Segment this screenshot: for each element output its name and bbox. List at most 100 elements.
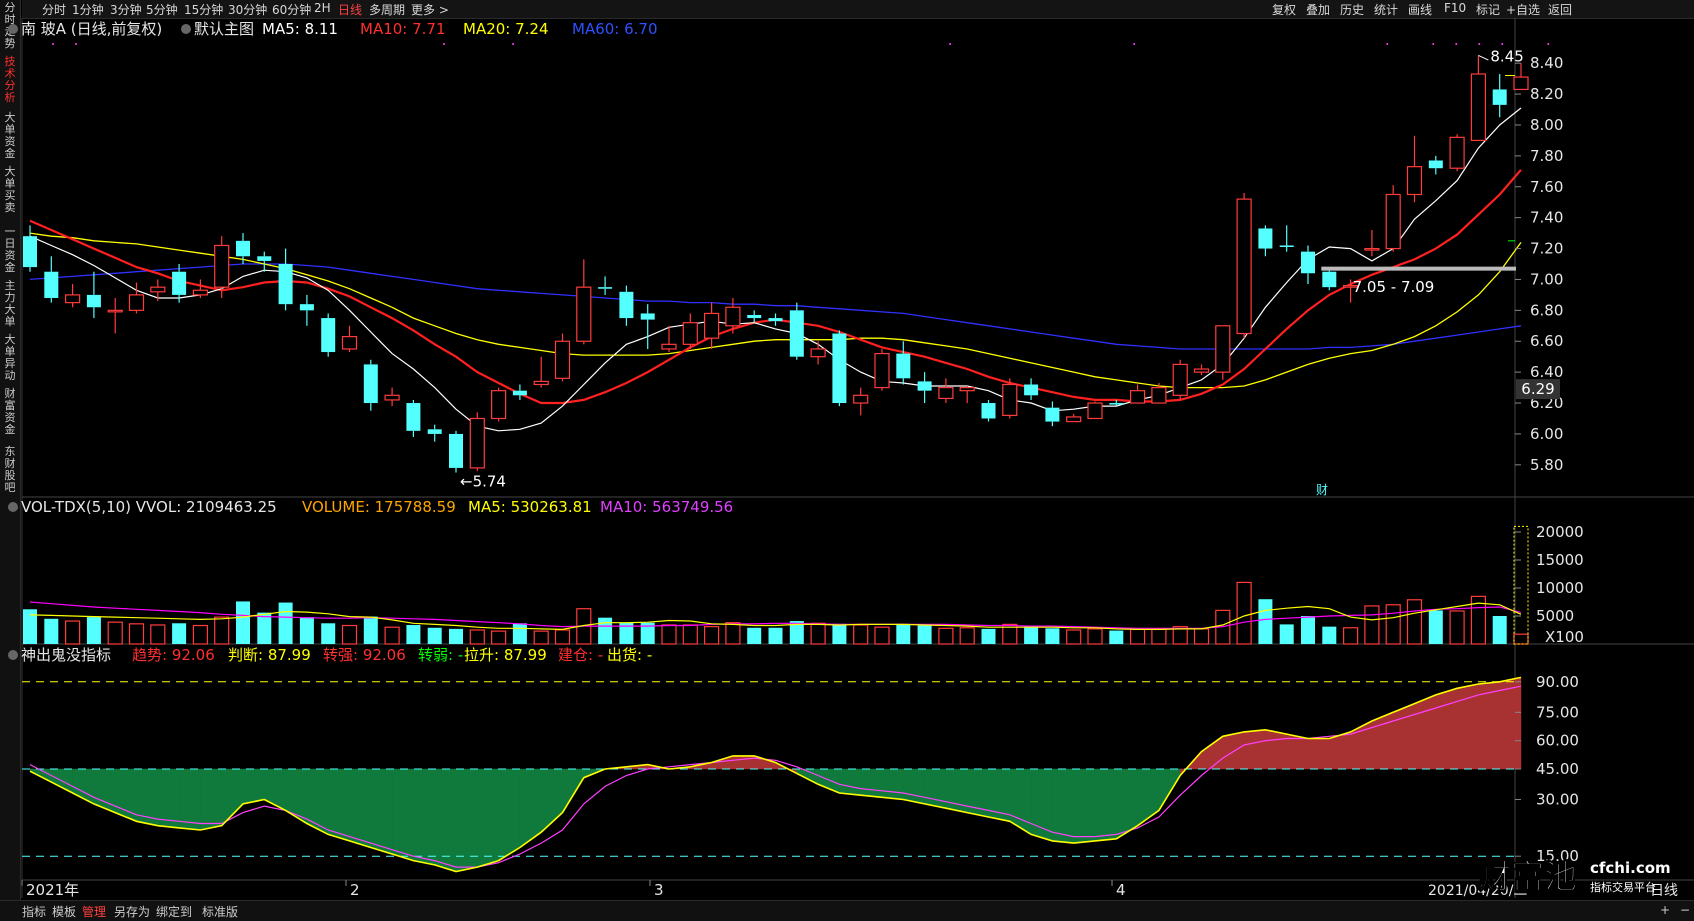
ma20-line [29,232,1522,389]
vol-ma10: MA10: 563749.56 [600,498,733,516]
price-tick: 8.20 [1530,85,1563,103]
ind-judge: 判断: 87.99 [228,646,311,664]
signal-dot [1432,43,1435,45]
candle-39 [853,387,869,416]
vol-bar-52 [1129,628,1146,645]
bottom-button-2[interactable]: 管理 [82,903,106,920]
candle-49 [1066,413,1082,423]
candle-64 [1385,185,1401,252]
candle-20 [449,430,463,473]
vol-bar-60 [1301,616,1315,644]
candle-body [1428,160,1443,169]
candle-body [236,240,250,257]
candle-body [321,318,336,353]
candle-body [257,256,272,261]
ind-rise: 拉升: 87.99 [464,646,547,664]
x-tick: 2 [350,881,360,899]
vol-bar-31 [682,624,698,645]
signal-dot [1133,43,1136,45]
vol-name: VOL-TDX(5,10) VVOL: 2109463.25 [21,498,277,516]
ma20-legend: MA20: 7.24 [463,20,549,38]
bottom-button-4[interactable]: 绑定到 [156,903,192,920]
candle-46 [1002,378,1018,419]
candle-47 [1024,378,1039,400]
candle-11 [257,251,272,272]
candle-body [661,343,677,350]
trend-fill [200,768,222,831]
vol-bar-2 [64,620,81,645]
candle-body [1151,386,1167,404]
bottom-button-0[interactable]: 指标 [22,903,46,920]
candle-body [703,312,720,339]
trend-fill [903,768,925,805]
ind-build: 建仓: - [558,646,603,664]
candle-body [23,236,37,268]
bottom-button-5[interactable]: 标准版 [202,903,238,920]
candle-body [299,304,314,311]
bottom-button-1[interactable]: 模板 [52,903,76,920]
candle-27 [598,276,613,295]
vol-bar-49 [1066,629,1082,645]
price-tick: 8.00 [1530,116,1563,134]
trend-fill [988,768,1011,822]
trend-fill [1052,768,1074,844]
vol-bar-58 [1258,599,1273,644]
zoom-in-button[interactable]: + [1660,903,1670,917]
candle-31 [682,313,698,349]
ind-weak: 转弱: - [418,646,463,664]
ind-name: 神出鬼没指标 [21,646,111,664]
candle-body [427,429,442,434]
candle-body [1109,403,1124,405]
ind-tick: 75.00 [1536,703,1579,721]
candle-body [619,291,634,319]
vol-bar-39 [853,624,869,645]
candle-body [810,348,826,358]
zoom-out-button[interactable]: − [1680,903,1690,917]
candle-55 [1193,364,1210,376]
vol-bar-65 [1406,599,1423,645]
candle-44 [959,386,975,404]
stock-chart[interactable]: 7.05 - 7.098.45←5.74 财 8.408.208.007.807.… [0,0,1694,900]
trend-fill [519,768,542,848]
vol-bar-41 [896,623,911,644]
candle-40 [874,348,890,391]
main-template[interactable]: 默认主图 [194,20,254,38]
trend-fill [924,768,947,809]
vol-volume: VOLUME: 175788.59 [302,498,456,516]
bottom-button-3[interactable]: 另存为 [114,903,150,920]
trend-fill [1435,688,1458,770]
candle-body [1024,384,1039,396]
trend-fill [221,768,244,827]
candle-body [128,294,145,311]
signal-dot [1547,43,1550,45]
vol-bar-37 [810,622,826,645]
candle-body [1002,383,1018,416]
candle-body [64,294,81,304]
candle-body [491,390,507,420]
x-tick: 4 [1116,881,1126,899]
vol-bar-11 [257,612,272,644]
vol-bar-35 [768,627,783,644]
candle-body [341,336,358,350]
candle-body [1087,402,1103,420]
candle-58 [1258,225,1273,257]
candle-1 [44,256,59,303]
candle-34 [747,310,762,323]
candle-4 [107,297,123,334]
trend-fill [1030,768,1053,842]
vol-ma5: MA5: 530263.81 [468,498,592,516]
vol-bar-6 [150,624,166,645]
signal-dot [1501,43,1504,45]
candle-body [406,403,421,431]
trend-fill [1073,768,1096,844]
vol-bar-16 [363,616,378,644]
trend-fill [1307,738,1330,770]
trend-fill [1009,768,1032,835]
ind-tick: 60.00 [1536,732,1579,750]
vol-bar-24 [533,630,549,645]
vol-bar-45 [981,628,996,644]
ind-tick: 30.00 [1536,791,1579,809]
signal-dot [52,43,55,45]
watermark: 财富池 cfchi.com 指标交易平台 [1478,857,1671,897]
candle-56 [1215,325,1231,380]
